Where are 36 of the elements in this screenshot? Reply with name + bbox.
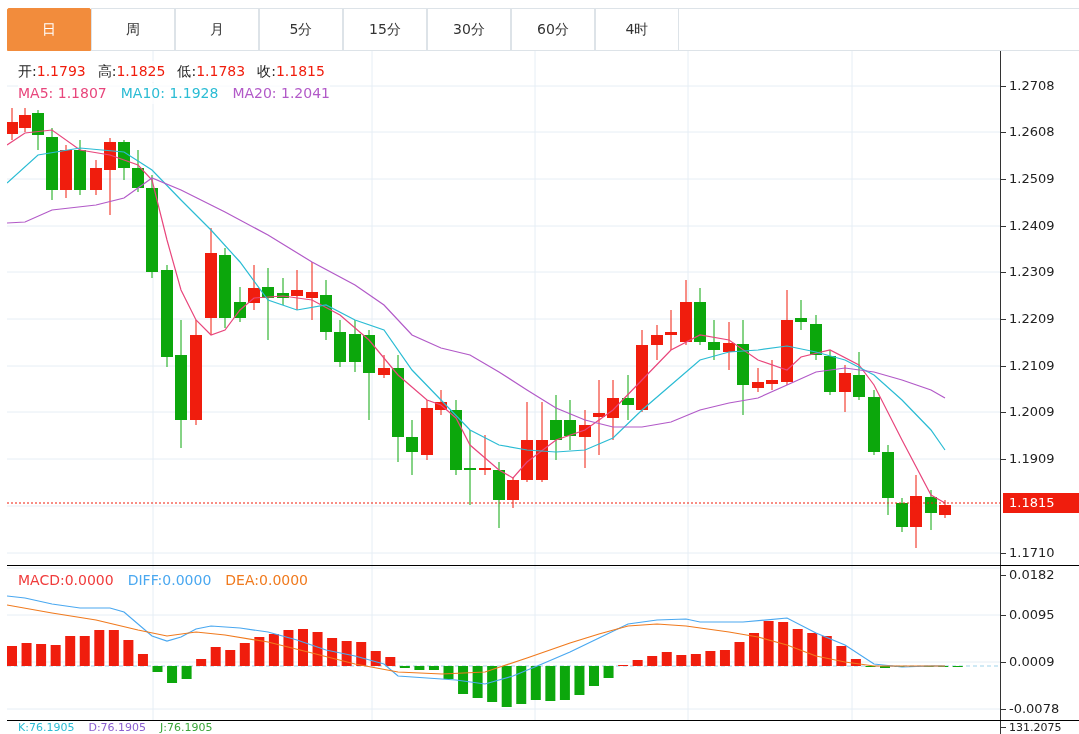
- period-tab[interactable]: 15分: [343, 8, 427, 51]
- price-axis-label: 1.2509: [1009, 171, 1055, 187]
- kdj-axis-label: 131.2075: [1009, 721, 1062, 734]
- period-tab[interactable]: 4时: [595, 8, 679, 51]
- price-axis-label: 1.2409: [1009, 218, 1055, 234]
- macd-axis-label: 0.0095: [1009, 607, 1055, 623]
- moving-average-value: MA20: 1.2041: [232, 84, 330, 103]
- current-price-label: 1.1815: [1003, 493, 1079, 513]
- kdj-value: J:76.1905: [160, 721, 213, 734]
- price-axis-label: 1.2708: [1009, 78, 1055, 94]
- price-axis-label: 1.2209: [1009, 311, 1055, 327]
- price-axis-label: 1.2109: [1009, 358, 1055, 374]
- period-tab[interactable]: 30分: [427, 8, 511, 51]
- quote-value: 高:1.1825: [97, 62, 166, 81]
- kdj-value: D:76.1905: [88, 721, 147, 734]
- moving-average-value: MA5: 1.1807: [18, 84, 107, 103]
- macd-axis-label: 0.0182: [1009, 567, 1055, 583]
- price-axis-label: 1.2608: [1009, 124, 1055, 140]
- period-tab[interactable]: 60分: [511, 8, 595, 51]
- price-axis-label: 1.1909: [1009, 451, 1055, 467]
- price-axis-label: 1.2009: [1009, 404, 1055, 420]
- period-tab[interactable]: 周: [91, 8, 175, 51]
- quote-value: 开:1.1793: [18, 62, 86, 81]
- kdj-value: K:76.1905: [18, 721, 75, 734]
- period-tab[interactable]: 5分: [259, 8, 343, 51]
- price-axis-label: 1.2309: [1009, 264, 1055, 280]
- quote-value: 收:1.1815: [257, 62, 325, 81]
- macd-value: MACD:0.0000: [18, 571, 114, 590]
- quote-value: 低:1.1783: [177, 62, 246, 81]
- macd-value: DEA:0.0000: [225, 571, 309, 590]
- period-tab[interactable]: 月: [175, 8, 259, 51]
- macd-axis-label: 0.0009: [1009, 654, 1055, 670]
- moving-average-value: MA10: 1.1928: [120, 84, 219, 103]
- price-axis-label: 1.1710: [1009, 545, 1055, 561]
- macd-value: DIFF:0.0000: [127, 571, 212, 590]
- macd-axis-label: -0.0078: [1009, 701, 1060, 717]
